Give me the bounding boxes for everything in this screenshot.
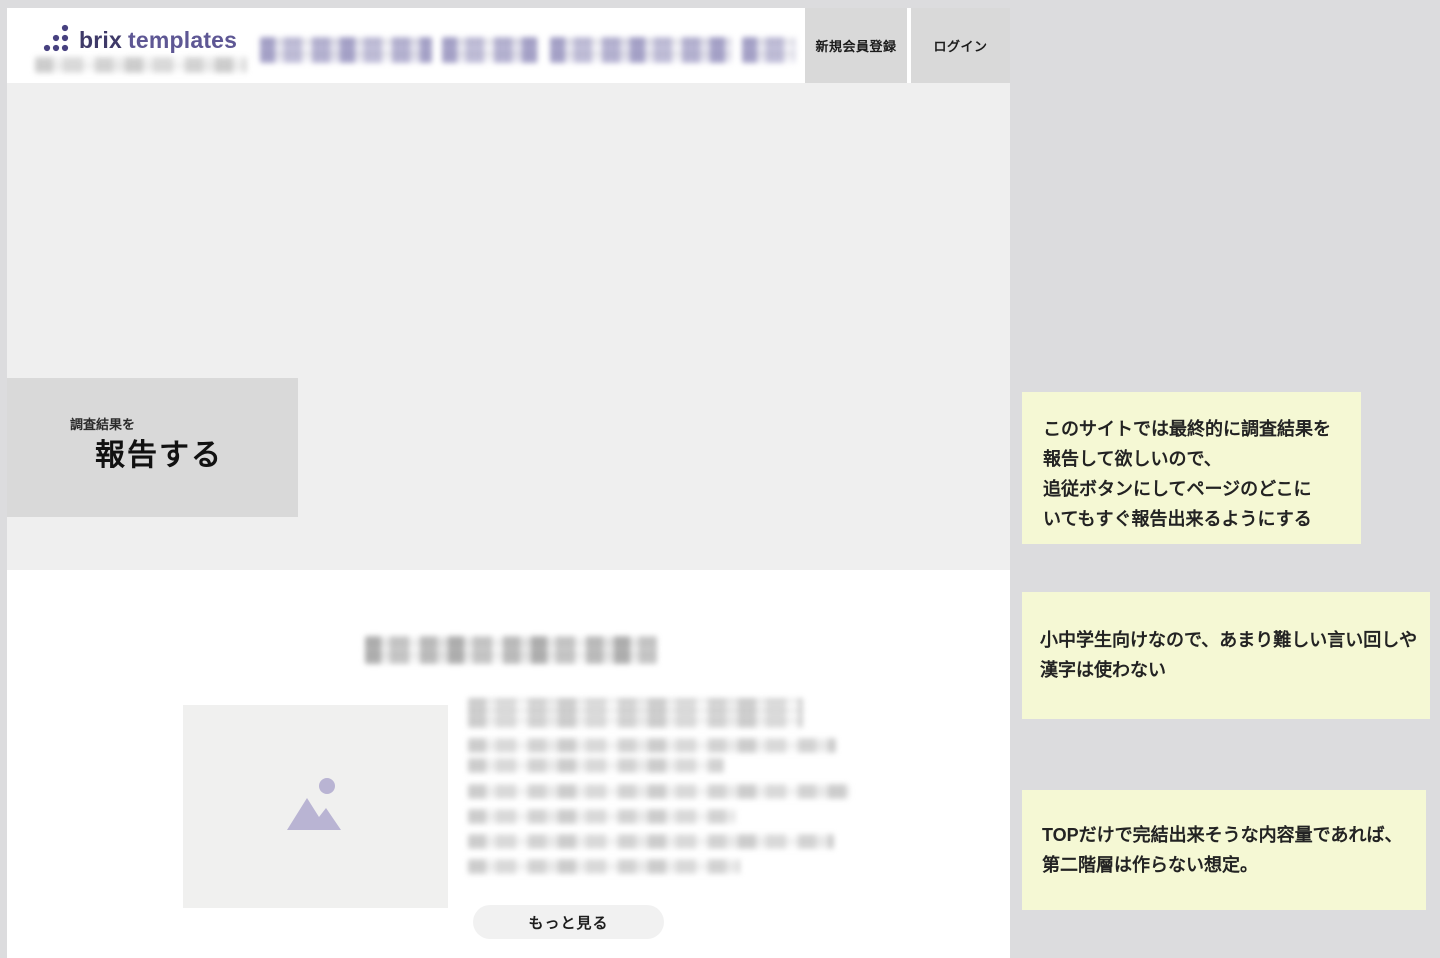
signup-button[interactable]: 新規会員登録: [805, 8, 907, 83]
redacted-nav-link-1[interactable]: [260, 37, 432, 63]
see-more-button[interactable]: もっと見る: [473, 905, 664, 939]
redacted-paragraph-line: [468, 758, 724, 773]
redacted-section-title: [365, 636, 657, 664]
annotation-note-audience: 小中学生向けなので、あまり難しい言い回しや 漢字は使わない: [1022, 592, 1430, 719]
redacted-nav-link-4[interactable]: [742, 37, 795, 63]
mountain-photo-icon: [279, 772, 353, 841]
redacted-nav-link-3[interactable]: [550, 37, 732, 63]
report-button-label: 報告する: [95, 439, 223, 472]
redacted-paragraph-line: [468, 859, 740, 874]
login-button[interactable]: ログイン: [911, 8, 1010, 83]
brand-word-templates: templates: [127, 26, 238, 53]
brix-dots-logo-icon: [40, 24, 70, 56]
redacted-paragraph-line: [468, 809, 736, 824]
redacted-tagline: [35, 57, 247, 73]
header-actions: 新規会員登録 ログイン: [805, 8, 1010, 83]
design-canvas: brix templates 新規会員登録 ログイン 調査結果を 報告する もっ…: [0, 0, 1440, 958]
annotation-note-sticky-report: このサイトでは最終的に調査結果を 報告して欲しいので、 追従ボタンにしてページの…: [1022, 392, 1361, 544]
report-sticky-button[interactable]: 調査結果を 報告する: [7, 378, 298, 517]
site-header: brix templates 新規会員登録 ログイン: [7, 8, 1010, 83]
brand-word-brix: brix: [79, 26, 122, 53]
brand-logo[interactable]: brix templates: [40, 24, 237, 56]
redacted-paragraph-line: [468, 784, 850, 799]
annotation-note-site-depth: TOPだけで完結出来そうな内容量であれば、 第二階層は作らない想定。: [1022, 790, 1426, 910]
brand-wordmark: brix templates: [79, 27, 237, 54]
redacted-paragraph-line: [468, 698, 803, 728]
redacted-paragraph-line: [468, 834, 834, 849]
redacted-nav-link-2[interactable]: [442, 37, 538, 63]
website-mockup-page: brix templates 新規会員登録 ログイン 調査結果を 報告する もっ…: [7, 8, 1010, 958]
redacted-paragraph-line: [468, 738, 836, 753]
image-placeholder: [183, 705, 448, 908]
